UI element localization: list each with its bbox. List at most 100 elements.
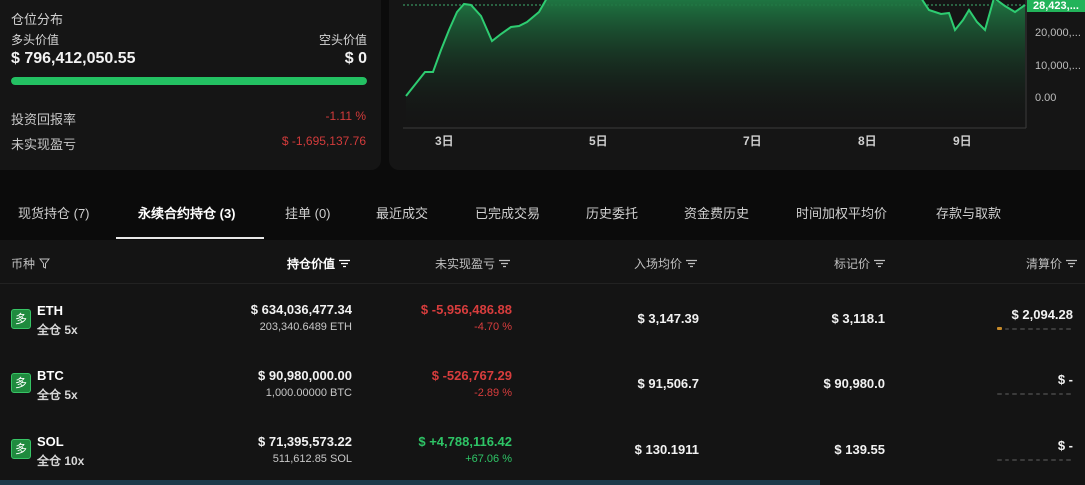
liquidation-risk-segment bbox=[1004, 393, 1010, 395]
tab-twap[interactable]: 时间加权平均价 bbox=[796, 191, 887, 239]
sort-icon bbox=[499, 259, 510, 268]
position-size: 1,000.00000 BTC bbox=[265, 387, 352, 399]
entry-price: $ 130.1911 bbox=[634, 442, 699, 457]
header-liquidation-price-label: 清算价 bbox=[1025, 257, 1062, 271]
coin-symbol[interactable]: SOL bbox=[37, 434, 64, 449]
mark-price: $ 90,980.0 bbox=[823, 376, 885, 391]
table-header: 币种 持仓价值 未实现盈亏 入场均价 标记价 清算价 bbox=[0, 240, 1085, 284]
long-side-badge: 多 bbox=[11, 439, 31, 459]
liquidation-risk-segment bbox=[1027, 459, 1033, 461]
short-value: $ 0 bbox=[344, 50, 367, 67]
x-tick-label: 5日 bbox=[589, 134, 608, 148]
header-position-value[interactable]: 持仓价值 bbox=[287, 255, 350, 272]
liquidation-risk-segment bbox=[1066, 459, 1072, 461]
table-row[interactable]: 多 SOL 全仓 10x $ 71,395,573.22 511,612.85 … bbox=[0, 418, 1085, 484]
bottom-scroll-strip bbox=[0, 480, 820, 485]
liquidation-risk-segment bbox=[1020, 328, 1025, 330]
liquidation-risk-segment bbox=[1043, 459, 1048, 461]
liquidation-risk-segment bbox=[1058, 459, 1064, 461]
liquidation-risk-segment bbox=[1058, 393, 1064, 395]
y-tick-label: 10,000,... bbox=[1035, 60, 1081, 72]
perp-positions-table: 币种 持仓价值 未实现盈亏 入场均价 标记价 清算价 多 ETH 全仓 5x $… bbox=[0, 240, 1085, 485]
coin-symbol[interactable]: ETH bbox=[37, 303, 63, 318]
liquidation-risk-segment bbox=[997, 459, 1002, 461]
liquidation-price: $ - bbox=[1057, 438, 1073, 453]
header-mark-price[interactable]: 标记价 bbox=[834, 255, 885, 272]
tab-spot-holdings[interactable]: 现货持仓 (7) bbox=[18, 191, 90, 239]
y-tick-label: 0.00 bbox=[1035, 92, 1056, 104]
liquidation-risk-segment bbox=[1058, 328, 1064, 330]
liquidation-risk-segment bbox=[1035, 393, 1041, 395]
y-tick-label: 20,000,... bbox=[1035, 27, 1081, 39]
liquidation-risk-segment bbox=[1004, 328, 1010, 330]
table-row[interactable]: 多 ETH 全仓 5x $ 634,036,477.34 203,340.648… bbox=[0, 286, 1085, 352]
unrealized-pnl: $ -5,956,486.88 bbox=[420, 302, 512, 317]
header-mark-price-label: 标记价 bbox=[833, 257, 870, 271]
liquidation-risk-segment bbox=[1043, 393, 1048, 395]
header-entry-price[interactable]: 入场均价 bbox=[634, 255, 697, 272]
liquidation-risk-bar bbox=[997, 458, 1072, 462]
tab-recent-fills[interactable]: 最近成交 bbox=[376, 191, 428, 239]
tab-deposits-withdrawals[interactable]: 存款与取款 bbox=[936, 191, 1001, 239]
margin-mode-leverage: 全仓 5x bbox=[37, 388, 78, 402]
liquidation-risk-bar bbox=[997, 392, 1072, 396]
header-unrealized-pnl-label: 未实现盈亏 bbox=[434, 257, 495, 271]
liquidation-risk-segment bbox=[1027, 328, 1033, 330]
current-value-label: 28,423,... bbox=[1033, 0, 1079, 12]
sort-icon bbox=[874, 259, 885, 268]
liquidation-risk-segment bbox=[1012, 393, 1018, 395]
position-size: 511,612.85 SOL bbox=[272, 453, 352, 465]
active-tab-indicator bbox=[116, 237, 264, 239]
unrealized-pnl-percent: -4.70 % bbox=[474, 321, 512, 333]
header-position-value-label: 持仓价值 bbox=[286, 257, 335, 271]
header-entry-price-label: 入场均价 bbox=[633, 257, 682, 271]
liquidation-risk-bar bbox=[997, 327, 1072, 331]
tab-open-orders[interactable]: 挂单 (0) bbox=[285, 191, 331, 239]
sort-icon bbox=[1066, 259, 1077, 268]
liquidation-risk-segment bbox=[1035, 459, 1041, 461]
x-tick-label: 3日 bbox=[435, 134, 454, 148]
header-unrealized-pnl[interactable]: 未实现盈亏 bbox=[435, 255, 510, 272]
filter-icon[interactable] bbox=[39, 258, 51, 269]
liquidation-risk-segment bbox=[1020, 459, 1025, 461]
liquidation-risk-segment bbox=[1050, 393, 1056, 395]
pnl-chart[interactable]: 20,000,... 10,000,... 0.00 28,423,... 3日… bbox=[389, 0, 1085, 170]
entry-price: $ 91,506.7 bbox=[637, 376, 699, 391]
margin-mode-leverage: 全仓 10x bbox=[37, 454, 85, 468]
tab-funding-history[interactable]: 资金费历史 bbox=[684, 191, 749, 239]
table-row[interactable]: 多 BTC 全仓 5x $ 90,980,000.00 1,000.00000 … bbox=[0, 352, 1085, 418]
position-size: 203,340.6489 ETH bbox=[259, 321, 352, 333]
header-coin-label: 币种 bbox=[11, 257, 36, 271]
pnl-chart-card[interactable]: 20,000,... 10,000,... 0.00 28,423,... 3日… bbox=[389, 0, 1085, 170]
header-coin[interactable]: 币种 bbox=[11, 255, 51, 272]
unrealized-pnl: $ +4,788,116.42 bbox=[418, 434, 512, 449]
liquidation-risk-segment bbox=[1050, 328, 1056, 330]
x-tick-label: 9日 bbox=[953, 134, 972, 148]
positions-tab-bar: 现货持仓 (7) 永续合约持仓 (3) 挂单 (0) 最近成交 已完成交易 历史… bbox=[0, 191, 1085, 239]
tab-order-history[interactable]: 历史委托 bbox=[586, 191, 638, 239]
tab-perp-positions[interactable]: 永续合约持仓 (3) bbox=[138, 191, 236, 239]
coin-symbol[interactable]: BTC bbox=[37, 368, 64, 383]
header-liquidation-price[interactable]: 清算价 bbox=[1026, 255, 1077, 272]
liquidation-risk-segment bbox=[1066, 328, 1072, 330]
roi-label: 投资回报率 bbox=[11, 112, 77, 127]
long-value: $ 796,412,050.55 bbox=[11, 50, 136, 67]
unrealized-pnl-percent: +67.06 % bbox=[465, 453, 512, 465]
mark-price: $ 3,118.1 bbox=[831, 311, 886, 326]
long-short-ratio-bar bbox=[11, 77, 367, 85]
liquidation-risk-segment bbox=[1066, 393, 1072, 395]
long-side-badge: 多 bbox=[11, 309, 31, 329]
entry-price: $ 3,147.39 bbox=[637, 311, 699, 326]
liquidation-risk-segment bbox=[1012, 459, 1018, 461]
tab-completed-trades[interactable]: 已完成交易 bbox=[475, 191, 540, 239]
position-value: $ 71,395,573.22 bbox=[258, 434, 352, 449]
roi-value: -1.11 % bbox=[325, 109, 366, 123]
liquidation-risk-segment bbox=[1050, 459, 1056, 461]
long-side-badge: 多 bbox=[11, 373, 31, 393]
unrealized-pnl-percent: -2.89 % bbox=[474, 387, 512, 399]
liquidation-risk-segment bbox=[997, 393, 1002, 395]
unrealized-pnl: $ -526,767.29 bbox=[431, 368, 512, 383]
liquidation-risk-segment bbox=[997, 327, 1002, 330]
liquidation-risk-segment bbox=[1004, 459, 1010, 461]
position-distribution-title: 仓位分布 bbox=[11, 12, 64, 27]
